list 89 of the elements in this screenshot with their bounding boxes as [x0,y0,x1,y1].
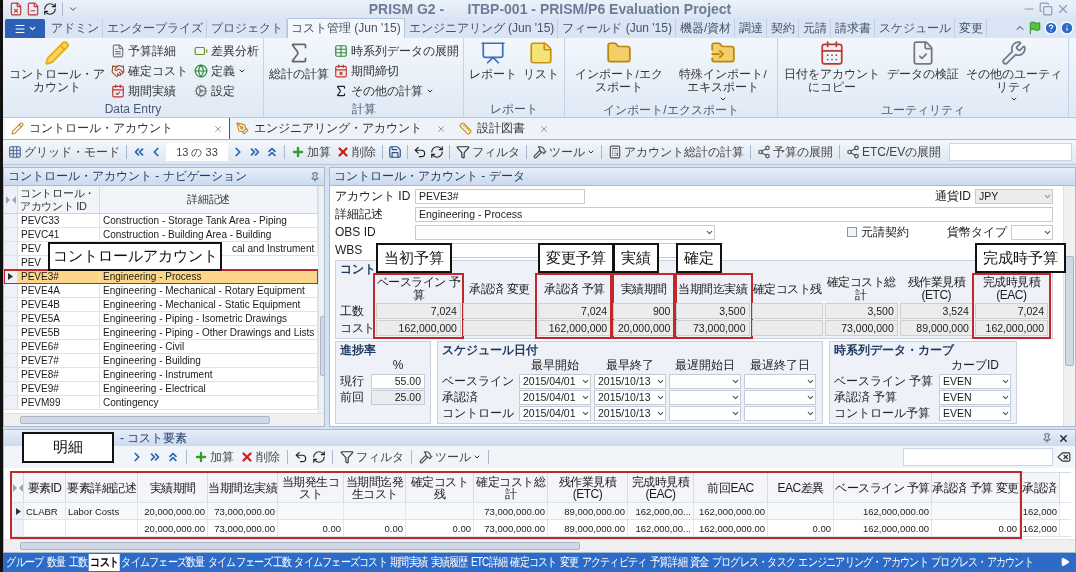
column-header: 最遅終了日 [749,356,811,374]
table-cell: 89,000,000.00 [548,503,628,519]
group-title: 進捗率 [340,343,377,357]
field-label: 貨幣タイプ [947,223,1007,241]
value-field: 3,500 [824,303,898,319]
table-cell: PEVE9# [18,382,100,395]
table-cell: 73,000,000.00 [474,503,548,519]
row-label: コスト [340,320,374,336]
table-cell: PEVC41 [18,228,100,241]
column-header: 完成時見積(EAC) [981,276,1042,302]
value-field: 162,000,000 [538,320,612,336]
column-header: 最早終了 [605,356,655,374]
annotation-tooltip: コントロールアカウント [48,242,222,271]
value-field: 7,024 [974,303,1048,319]
group-label: 計算 [350,103,377,117]
table-cell: 162,000,000.00 [834,503,932,519]
table-cell: 162,000 [1020,503,1060,519]
table-cell: CLABR [24,503,66,519]
column-header: ベースライン 予算 [376,276,461,302]
table-cell: PEVE4A [18,284,100,297]
value-field: 7,024 [538,303,612,319]
row-label: コントロール予算 [834,404,931,422]
row-label: コントロール [442,404,515,422]
annotation-tooltip: 完成時予算 [974,243,1066,273]
field-label: WBS [335,243,364,257]
field-label: 通貨ID [935,187,971,205]
table-cell: PEVE8# [18,368,100,381]
checkbox-label: 元請契約 [861,223,909,241]
value-field: 3,524 [899,303,973,319]
field-label: OBS ID [335,225,377,239]
column-header: 最早開始 [530,356,580,374]
panel-title: コントロール・アカウント - データ [334,168,526,185]
value-field: 73,000,000 [824,320,898,336]
value-field: 162,000,000 [974,320,1048,336]
group-label: Data Entry [103,103,163,117]
value-field: 3,500 [676,303,750,319]
annotation-tooltip: 変更予算 [538,243,615,273]
value-field: 900 [613,303,675,319]
column-header: 確定コスト残 [751,280,823,298]
column-header: 当期間迄実績 [677,280,749,298]
group-label: レポート [489,103,539,117]
group-label: ユーティリティ [880,104,966,118]
table-cell: PEVM99 [18,396,100,409]
table-cell: PEVE5A [18,312,100,325]
row-label: ベースライン [442,372,515,390]
annotation-tooltip: 当初予算 [376,243,452,273]
row-label: 工数 [340,303,365,319]
value-field: 89,000,000 [899,320,973,336]
row-label: 現行 [340,372,365,390]
group-title: スケジュール日付 [442,343,539,357]
column-header: 承認済 予算 [543,280,606,298]
value-field: 162,000,000 [376,320,461,336]
group-label: インポート/エクスポート [602,104,740,118]
annotation-tooltip: 実績 [613,243,660,273]
field-label: アカウント ID [335,187,411,205]
column-header: カーブID [950,356,1000,374]
column-header: 確定コスト総計 [825,276,897,302]
table-cell: PEVE7# [18,354,100,367]
group-title: 時系列データ・カーブ [834,343,956,357]
record-counter: 13 の 33 [166,143,228,161]
field-label: 詳細記述 [335,205,384,223]
row-label: ベースライン 予算 [834,372,935,390]
table-cell: 162,000,00... [628,503,694,519]
row-label: 承認済 [442,388,479,406]
value-field: 7,024 [376,303,461,319]
table-cell: PEVE4B [18,298,100,311]
annotation-tooltip: 確定 [676,243,723,273]
value-field: 73,000,000 [676,320,750,336]
table-cell: PEVE5B [18,326,100,339]
table-cell: 73,000,000.00 [208,503,278,519]
table-cell: 162,000,000.00 [694,503,768,519]
row-label: 承認済 予算 [834,388,899,406]
column-header: % [391,358,405,372]
table-cell: PEVE6# [18,340,100,353]
panel-title: - コスト要素 [120,429,189,447]
table-cell: 162,000 [1020,520,1060,536]
table-cell: 20,000,000.00 [138,503,208,519]
group-title: コント [340,262,377,276]
annotation-tooltip: 明細 [22,432,114,463]
panel-title: コントロール・アカウント - ナビゲーション [8,168,248,185]
value-field: 20,000,000 [613,320,675,336]
table-cell: PEVC33 [18,214,100,227]
window-title: PRISM G2 - ITBP-001 - PRISM/P6 Evaluation Project [367,1,733,17]
table-cell: Labor Costs [66,503,138,519]
column-header: 承認済 変更 [468,280,531,298]
column-header: 実績期間 [619,280,668,298]
column-header: 残作業見積(ETC) [906,276,967,302]
column-header: 最遅開始日 [674,356,736,374]
row-label: 前回 [340,388,365,406]
